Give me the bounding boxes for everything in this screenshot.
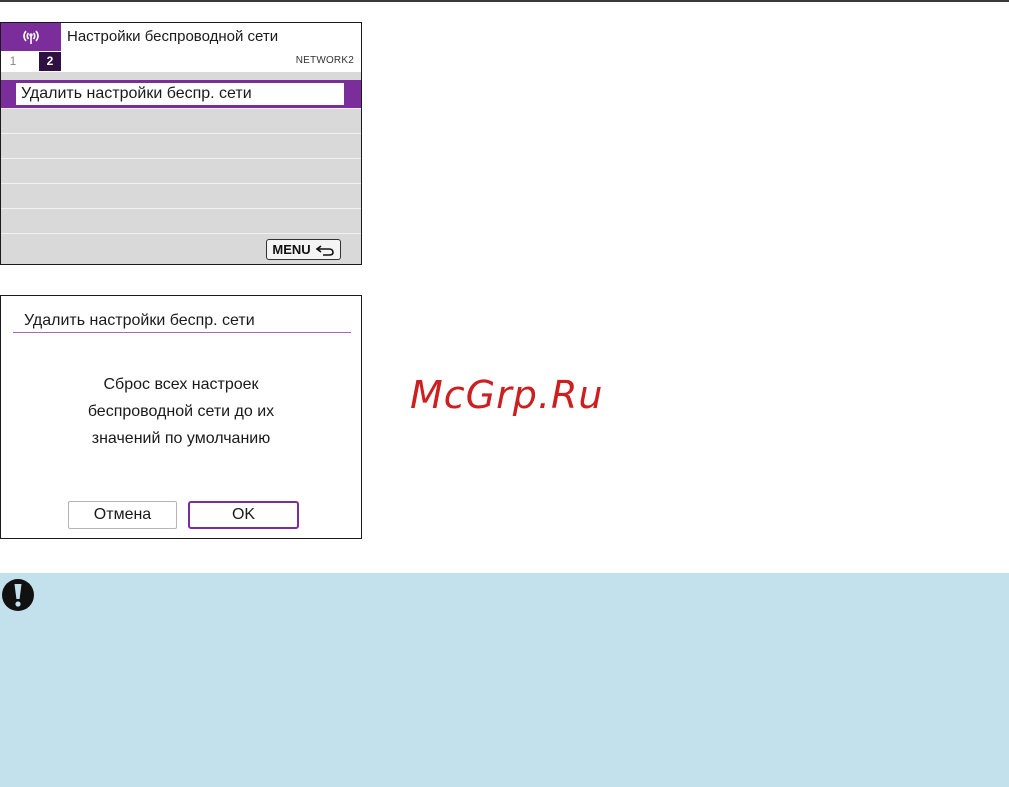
tab-1[interactable]: 1 xyxy=(5,52,21,71)
menu-header: Настройки беспроводной сети xyxy=(1,23,361,51)
page-code: NETWORK2 xyxy=(295,55,354,66)
menu-title: Настройки беспроводной сети xyxy=(67,28,279,45)
ok-button[interactable]: OK xyxy=(188,501,299,529)
top-rule xyxy=(0,0,1009,2)
dialog-message-line: значений по умолчанию xyxy=(91,430,271,447)
dialog-divider xyxy=(13,332,351,333)
caution-icon xyxy=(2,579,34,611)
menu-button-label: MENU xyxy=(272,242,311,257)
menu-item-selected[interactable]: Удалить настройки беспр. сети xyxy=(1,80,361,108)
menu-row-empty xyxy=(1,183,361,208)
dialog-message-line: беспроводной сети до их xyxy=(87,403,275,420)
menu-row-empty xyxy=(1,108,361,133)
return-arrow-icon xyxy=(315,244,334,256)
tab-2[interactable]: 2 xyxy=(39,52,61,71)
wireless-tab[interactable] xyxy=(1,23,61,51)
dialog-message-line: Сброс всех настроек xyxy=(103,376,259,393)
menu-item-label: Удалить настройки беспр. сети xyxy=(16,83,344,105)
cancel-button[interactable]: Отмена xyxy=(68,501,177,529)
menu-row-empty xyxy=(1,133,361,158)
dialog-title: Удалить настройки беспр. сети xyxy=(24,312,255,329)
dialog-message: Сброс всех настроек беспроводной сети до… xyxy=(1,371,361,452)
wireless-icon xyxy=(23,30,39,44)
menu-row-empty xyxy=(1,208,361,233)
watermark: McGrp.Ru xyxy=(410,373,604,417)
menu-back-button[interactable]: MENU xyxy=(266,239,341,260)
tab-row: 1 2 NETWORK2 xyxy=(1,51,361,72)
menu-screen: Настройки беспроводной сети 1 2 NETWORK2… xyxy=(0,22,362,265)
menu-row-empty xyxy=(1,158,361,183)
caution-box xyxy=(0,573,1009,787)
dialog-screen: Удалить настройки беспр. сети Сброс всех… xyxy=(0,295,362,539)
